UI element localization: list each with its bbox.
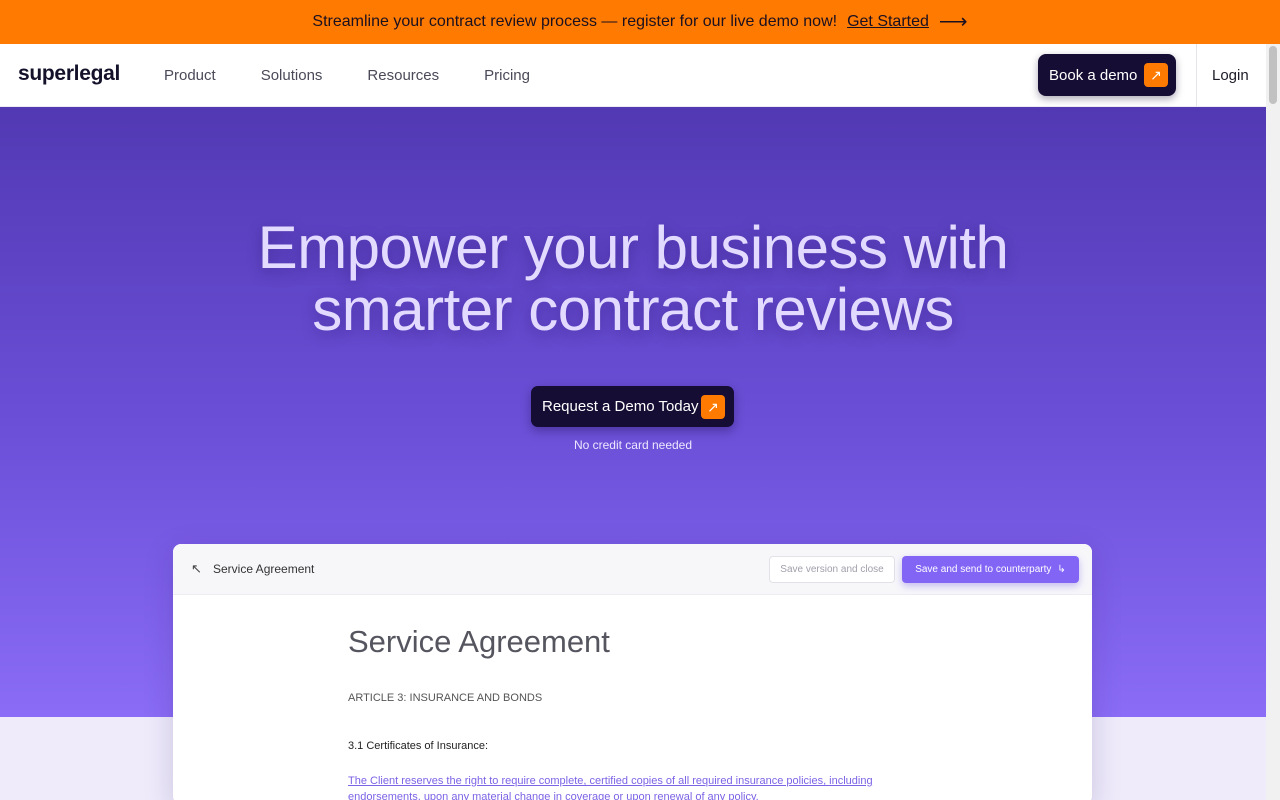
document-toolbar-title: Service Agreement <box>213 562 315 576</box>
clause-text[interactable]: The Client reserves the right to require… <box>348 773 928 800</box>
nav-links: Product Solutions Resources Pricing <box>164 44 575 107</box>
save-send-counterparty-button[interactable]: Save and send to counterparty ↳ <box>902 556 1079 583</box>
nav-link-solutions[interactable]: Solutions <box>261 67 323 84</box>
save-send-label: Save and send to counterparty <box>915 564 1052 575</box>
top-navigation: superlegal Product Solutions Resources P… <box>0 44 1266 107</box>
section-heading: 3.1 Certificates of Insurance: <box>348 740 489 752</box>
back-arrow-icon[interactable]: ↖ <box>191 561 202 577</box>
book-demo-button[interactable]: Book a demo ↗ <box>1038 54 1176 96</box>
send-arrow-icon: ↳ <box>1057 564 1066 575</box>
long-arrow-right-icon[interactable]: ⟶ <box>939 12 968 32</box>
save-version-close-button[interactable]: Save version and close <box>769 556 895 583</box>
hero-headline-line-2: smarter contract reviews <box>312 276 954 343</box>
document-title: Service Agreement <box>348 624 610 659</box>
document-toolbar: ↖ Service Agreement Save version and clo… <box>173 544 1092 595</box>
announcement-bar: Streamline your contract review process … <box>0 0 1280 44</box>
no-credit-card-note: No credit card needed <box>573 438 693 452</box>
external-arrow-icon: ↗ <box>1144 63 1168 87</box>
announcement-text: Streamline your contract review process … <box>312 13 838 30</box>
nav-divider <box>1196 44 1197 106</box>
get-started-link[interactable]: Get Started <box>847 13 929 31</box>
nav-link-resources[interactable]: Resources <box>367 67 439 84</box>
nav-link-product[interactable]: Product <box>164 67 216 84</box>
external-arrow-icon: ↗ <box>701 395 725 419</box>
request-demo-button[interactable]: Request a Demo Today ↗ <box>531 386 734 427</box>
page-scrollbar[interactable] <box>1266 44 1280 800</box>
document-preview: ↖ Service Agreement Save version and clo… <box>173 544 1092 800</box>
article-heading: ARTICLE 3: INSURANCE AND BONDS <box>348 692 543 704</box>
nav-link-pricing[interactable]: Pricing <box>484 67 530 84</box>
hero-headline: Empower your business with smarter contr… <box>0 217 1266 341</box>
book-demo-label: Book a demo <box>1049 66 1138 84</box>
hero-headline-line-1: Empower your business with <box>257 214 1009 281</box>
login-link[interactable]: Login <box>1212 67 1249 84</box>
request-demo-label: Request a Demo Today <box>542 398 699 415</box>
logo[interactable]: superlegal <box>18 62 120 86</box>
scrollbar-thumb[interactable] <box>1269 46 1277 104</box>
